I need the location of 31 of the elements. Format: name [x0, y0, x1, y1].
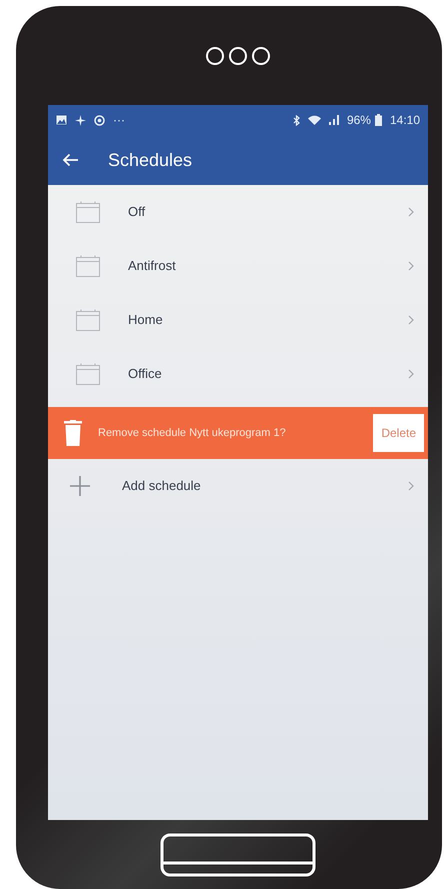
chevron-right-icon — [408, 369, 414, 379]
chevron-right-icon — [408, 315, 414, 325]
chevron-right-icon — [408, 481, 414, 491]
home-button-icon — [160, 832, 316, 876]
sparkle-icon — [75, 114, 86, 126]
circle-icon — [94, 114, 105, 126]
battery-icon — [374, 114, 382, 126]
calendar-icon — [76, 255, 100, 277]
schedule-row[interactable]: Home — [48, 293, 428, 347]
screen-title: Schedules — [108, 148, 192, 172]
add-schedule-row[interactable]: Add schedule — [48, 459, 428, 513]
schedule-row[interactable]: Off — [48, 185, 428, 239]
calendar-icon — [76, 363, 100, 385]
signal-icon — [328, 115, 339, 125]
remove-confirmation-text: Remove schedule Nytt ukeprogram 1? — [98, 426, 287, 441]
schedule-row[interactable]: Antifrost — [48, 239, 428, 293]
chevron-right-icon — [408, 207, 414, 217]
bluetooth-icon — [292, 114, 300, 126]
image-icon — [56, 115, 67, 125]
back-arrow-icon[interactable] — [62, 153, 78, 167]
clock-time: 14:10 — [390, 112, 420, 129]
speaker-icon — [205, 46, 271, 64]
trash-icon — [64, 420, 82, 446]
plus-icon — [70, 476, 90, 496]
wifi-icon — [308, 115, 321, 125]
overflow-dots: ··· — [113, 112, 125, 129]
calendar-icon — [76, 201, 100, 223]
calendar-icon — [76, 309, 100, 331]
schedule-row[interactable]: Office — [48, 347, 428, 401]
chevron-right-icon — [408, 261, 414, 271]
battery-percent: 96% — [346, 112, 371, 129]
